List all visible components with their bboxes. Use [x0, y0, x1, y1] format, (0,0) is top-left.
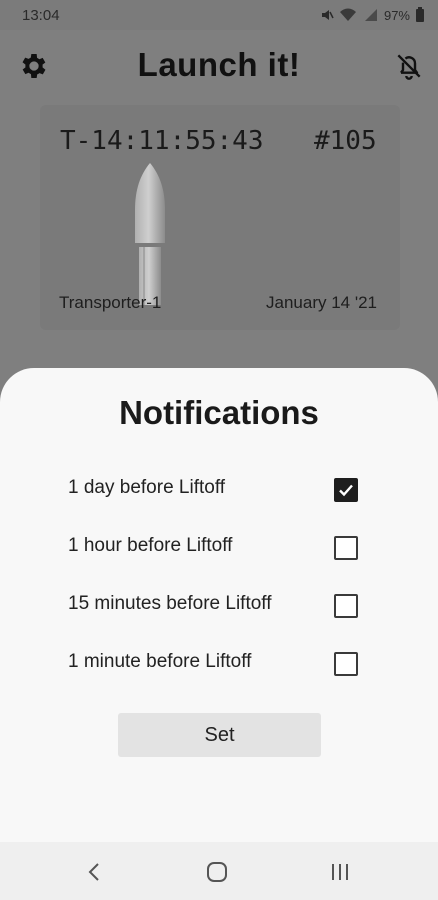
launch-date: January 14 '21: [266, 293, 377, 312]
checkbox-1-hour[interactable]: [334, 536, 358, 560]
rocket-icon: [135, 163, 165, 305]
recents-icon[interactable]: [326, 858, 354, 886]
checkmark-icon: [339, 484, 353, 497]
mission-name: Transporter-1: [59, 293, 162, 312]
checkbox-1-day[interactable]: [334, 478, 358, 502]
option-label: 15 minutes before Liftoff: [68, 593, 272, 614]
wifi-icon: [339, 8, 356, 21]
gear-icon[interactable]: [18, 50, 50, 82]
sheet-title: Notifications: [119, 394, 319, 431]
countdown-timer: T-14:11:55:43: [60, 126, 264, 156]
option-1-minute[interactable]: 1 minute before Liftoff: [0, 641, 438, 685]
launch-number: #105: [314, 126, 377, 156]
set-button[interactable]: Set: [118, 713, 321, 757]
navigation-bar: [0, 842, 438, 900]
app-bar: Launch it!: [0, 30, 438, 100]
option-15-minutes[interactable]: 15 minutes before Liftoff: [0, 583, 438, 627]
checkbox-1-minute[interactable]: [334, 652, 358, 676]
status-time: 13:04: [22, 6, 60, 24]
mute-icon: [321, 10, 334, 20]
app-title: Launch it!: [137, 46, 301, 83]
back-icon[interactable]: [81, 858, 109, 886]
bell-off-icon[interactable]: [393, 50, 425, 82]
option-1-hour[interactable]: 1 hour before Liftoff: [0, 525, 438, 569]
battery-percent: 97%: [383, 7, 410, 23]
option-label: 1 minute before Liftoff: [68, 651, 252, 672]
status-icons: 97%: [320, 6, 424, 23]
battery-icon: [416, 6, 424, 22]
option-label: 1 hour before Liftoff: [68, 535, 233, 556]
checkbox-15-minutes[interactable]: [334, 594, 358, 618]
home-icon[interactable]: [203, 858, 231, 886]
option-1-day[interactable]: 1 day before Liftoff: [0, 467, 438, 511]
signal-icon: [364, 9, 377, 21]
status-bar: 13:04 97%: [0, 0, 438, 30]
option-label: 1 day before Liftoff: [68, 477, 226, 498]
